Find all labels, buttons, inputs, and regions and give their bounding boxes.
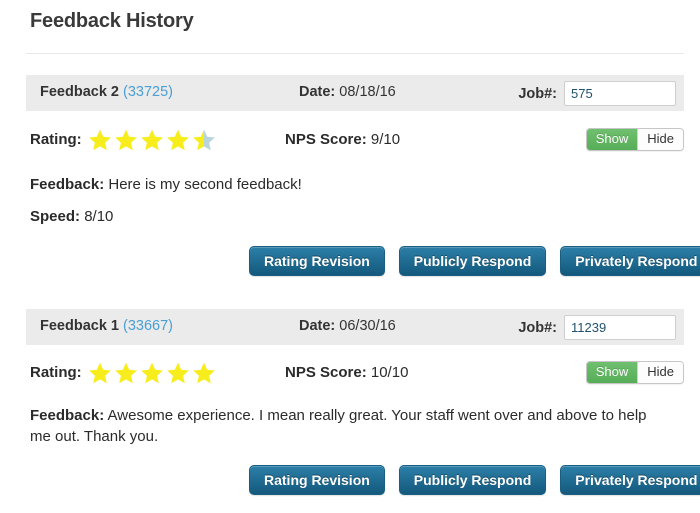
rating-row: Rating: NPS Score: 9/10 Show Hide: [0, 128, 700, 156]
star-half-icon: [193, 129, 215, 151]
nps-value: 9/10: [370, 131, 401, 148]
date-label: Date:: [299, 84, 336, 100]
show-hide-toggle[interactable]: Show Hide: [585, 361, 684, 384]
rating-label: Rating:: [30, 131, 82, 148]
nps-label: NPS Score:: [285, 131, 367, 148]
feedback-text-label: Feedback:: [30, 176, 105, 193]
hide-button[interactable]: Hide: [637, 129, 683, 150]
job-number-group: Job#:: [518, 81, 676, 106]
feedback-name: Feedback 1: [40, 318, 119, 334]
privately-respond-button[interactable]: Privately Respond: [560, 465, 700, 495]
feedback-header-bar: Feedback 2 (33725) Date: 08/18/16 Job#:: [26, 75, 684, 111]
speed-value: 8/10: [84, 208, 114, 225]
publicly-respond-button[interactable]: Publicly Respond: [398, 465, 547, 495]
feedback-history-page: Feedback History Feedback 2 (33725) Date…: [0, 0, 700, 513]
feedback-text-label: Feedback:: [30, 407, 105, 424]
nps-score: NPS Score: 10/10: [285, 364, 408, 381]
star-icon: [167, 129, 189, 151]
date-label: Date:: [299, 318, 336, 334]
star-icon: [89, 362, 111, 384]
show-button[interactable]: Show: [586, 362, 638, 383]
title-divider: [26, 53, 684, 54]
job-number-input[interactable]: [564, 315, 676, 340]
speed-label: Speed:: [30, 208, 81, 225]
feedback-title: Feedback 1 (33667): [40, 318, 173, 334]
feedback-header-bar: Feedback 1 (33667) Date: 06/30/16 Job#:: [26, 309, 684, 345]
nps-value: 10/10: [370, 364, 409, 381]
job-label: Job#:: [518, 85, 557, 102]
feedback-name: Feedback 2: [40, 84, 119, 100]
publicly-respond-button[interactable]: Publicly Respond: [398, 246, 547, 276]
star-icon: [141, 129, 163, 151]
date-value: 06/30/16: [339, 318, 396, 334]
rating-label: Rating:: [30, 364, 82, 381]
feedback-text-value: Here is my second feedback!: [108, 176, 302, 193]
page-title: Feedback History: [30, 10, 194, 32]
show-hide-toggle[interactable]: Show Hide: [585, 128, 684, 151]
star-rating: [88, 128, 216, 152]
action-buttons: Rating Revision Publicly Respond Private…: [249, 246, 700, 276]
star-rating: [88, 361, 216, 385]
rating-revision-button[interactable]: Rating Revision: [249, 465, 385, 495]
date-value: 08/18/16: [339, 84, 396, 100]
feedback-date: Date: 08/18/16: [299, 84, 396, 100]
star-icon: [167, 362, 189, 384]
rating-row: Rating: NPS Score: 10/10 Show Hide: [0, 361, 700, 389]
feedback-text-value: Awesome experience. I mean really great.…: [30, 407, 647, 445]
feedback-text: Feedback: Here is my second feedback!: [30, 174, 660, 195]
job-number-group: Job#:: [518, 315, 676, 340]
star-icon: [141, 362, 163, 384]
action-buttons: Rating Revision Publicly Respond Private…: [249, 465, 700, 495]
hide-button[interactable]: Hide: [637, 362, 683, 383]
job-number-input[interactable]: [564, 81, 676, 106]
rating-revision-button[interactable]: Rating Revision: [249, 246, 385, 276]
privately-respond-button[interactable]: Privately Respond: [560, 246, 700, 276]
feedback-id: (33725): [123, 84, 174, 100]
feedback-text: Feedback: Awesome experience. I mean rea…: [30, 405, 660, 447]
speed-line: Speed: 8/10: [30, 208, 113, 225]
star-icon: [115, 129, 137, 151]
feedback-id: (33667): [123, 318, 174, 334]
job-label: Job#:: [518, 319, 557, 336]
star-icon: [115, 362, 137, 384]
feedback-title: Feedback 2 (33725): [40, 84, 173, 100]
show-button[interactable]: Show: [586, 129, 638, 150]
star-icon: [193, 362, 215, 384]
star-icon: [89, 129, 111, 151]
nps-score: NPS Score: 9/10: [285, 131, 400, 148]
feedback-date: Date: 06/30/16: [299, 318, 396, 334]
nps-label: NPS Score:: [285, 364, 367, 381]
